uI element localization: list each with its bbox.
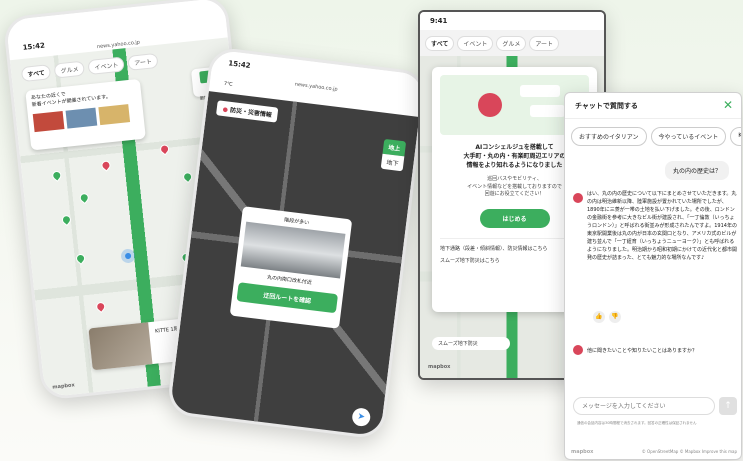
phone3-status-bar: 9:41 (420, 12, 604, 30)
tab-gourmet[interactable]: グルメ (53, 60, 86, 79)
tab-event[interactable]: イベント (457, 36, 494, 51)
bottom-toggle-label: スムーズ地下防災 (438, 341, 478, 347)
feedback-buttons: 👍 👎 (593, 311, 621, 323)
map-pin[interactable] (181, 170, 194, 184)
start-button[interactable]: はじめる (479, 208, 550, 228)
phone3-tabs: すべて イベント グルメ アート (420, 30, 604, 57)
tab-art[interactable]: アート (529, 36, 560, 51)
mapbox-logo: mapbox (428, 364, 451, 370)
spot-photo (88, 322, 153, 371)
tab-event[interactable]: イベント (87, 56, 126, 76)
event-thumb (65, 107, 98, 129)
bot-avatar-icon (573, 345, 583, 355)
chat-header: チャットで質問する ✕ (565, 93, 741, 119)
send-button[interactable]: ↑ (719, 397, 737, 415)
chat-panel: チャットで質問する ✕ おすすめのイタリアン 今やっているイベント KITTE … (564, 92, 742, 460)
suggestion-chips: おすすめのイタリアン 今やっているイベント KITTE (565, 119, 741, 154)
bot-question: 他に聞きたいことや知りたいことはありますか？ (587, 348, 698, 354)
hazard-popup[interactable]: 階段が多い 丸の内南口改札付近 迂回ルートを確認 (229, 206, 353, 329)
tab-gourmet[interactable]: グルメ (496, 36, 527, 51)
chat-title: チャットで質問する (575, 102, 638, 110)
event-thumb (32, 111, 65, 133)
message-input[interactable] (573, 397, 715, 415)
user-message: 丸の内の歴史は？ (664, 161, 729, 180)
map-pin[interactable] (99, 158, 113, 172)
disaster-title-badge[interactable]: ● 防災・災害情報 (215, 100, 279, 123)
disaster-title: 防災・災害情報 (229, 106, 273, 119)
mapbox-logo: mapbox (571, 449, 594, 455)
chip-kitte[interactable]: KITTE (730, 127, 741, 146)
status-time: 9:41 (430, 17, 448, 25)
map-attribution[interactable]: © OpenStreetMap © Mapbox Improve this ma… (642, 449, 737, 454)
event-thumb (98, 104, 131, 126)
phone-disaster-screen: 15:42 news.yahoo.co.jp 7℃ ● 防災・災害情報 地上 地… (166, 46, 428, 440)
thumbs-down-icon[interactable]: 👎 (609, 311, 621, 323)
tab-art[interactable]: アート (127, 52, 159, 71)
map-pin[interactable] (158, 142, 171, 156)
mapbox-logo: mapbox (52, 382, 76, 391)
level-switch: 地上 地下 (380, 138, 407, 172)
chip-italian[interactable]: おすすめのイタリアン (571, 127, 647, 146)
message-input-row: ↑ (573, 397, 737, 415)
map-pin[interactable] (94, 300, 108, 313)
stairs-photo (240, 221, 346, 279)
map-pin[interactable] (77, 191, 91, 205)
map-pin[interactable] (50, 169, 64, 182)
chat-disclaimer: 通信の会話内容は30時間程で消去されます。回答の正確性は保証されません (577, 421, 697, 425)
tab-all[interactable]: すべて (20, 64, 52, 83)
bot-message: はい、丸の内の歴史について以下にまとめさせていただきます。丸の内は明治維新以降、… (587, 191, 738, 261)
tab-all[interactable]: すべて (425, 36, 455, 51)
map-pin[interactable] (74, 252, 87, 265)
chip-events[interactable]: 今やっているイベント (650, 127, 727, 146)
temperature: 7℃ (223, 80, 233, 88)
warning-icon: ● (222, 105, 229, 114)
nearby-event-popup[interactable]: あなたの近くで 新着イベントが開催されています。 (25, 78, 146, 151)
chat-bubble-icon (530, 105, 565, 117)
close-icon[interactable]: ✕ (723, 98, 733, 112)
thumbs-up-icon[interactable]: 👍 (593, 311, 605, 323)
map-pin[interactable] (60, 213, 73, 227)
category-tabs: すべて グルメ イベント アート (20, 52, 159, 83)
robot-icon (478, 93, 502, 117)
bottom-toggle-bar[interactable]: スムーズ地下防災 (432, 337, 510, 350)
current-location-icon (120, 248, 136, 264)
navigate-icon[interactable]: ➤ (351, 407, 372, 428)
dark-map-area[interactable]: ● 防災・災害情報 地上 地下 階段が多い 丸の内南口改札付近 迂回ルートを確認… (168, 91, 420, 440)
bot-avatar-icon (573, 193, 583, 203)
chat-bubble-icon (520, 85, 560, 97)
level-underground-button[interactable]: 地下 (380, 153, 405, 172)
status-time: 15:42 (227, 59, 252, 70)
